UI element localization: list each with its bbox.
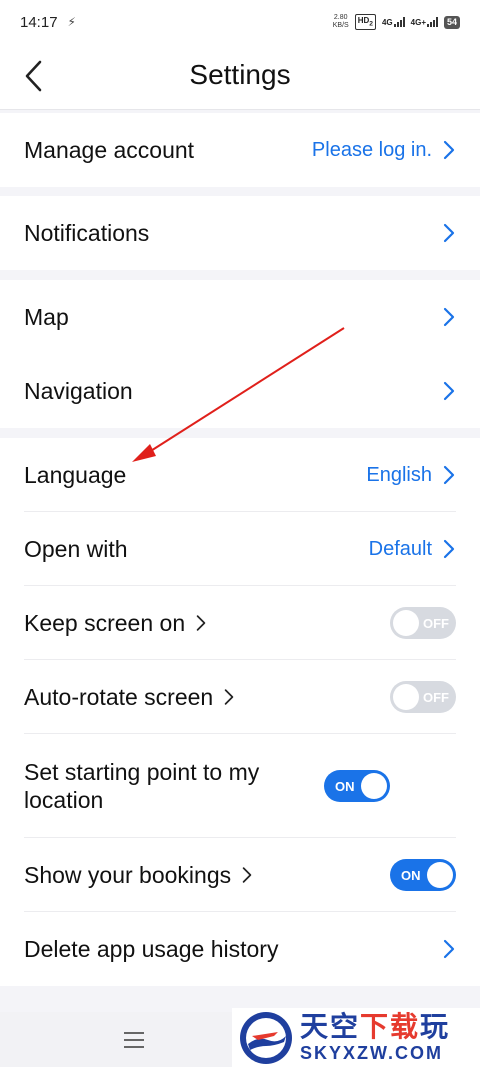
- row-label: Notifications: [24, 219, 150, 246]
- watermark-url: SKYXZW.COM: [300, 1043, 444, 1063]
- chevron-right-icon: [443, 465, 455, 485]
- delete-history-row[interactable]: Delete app usage history: [0, 912, 480, 986]
- watermark: 天空下载玩 SKYXZW.COM: [232, 1008, 480, 1067]
- row-label: Map: [24, 303, 69, 330]
- row-label: Set starting point to my location: [24, 759, 260, 813]
- signal-2-icon: 4G+: [411, 17, 438, 27]
- chevron-right-icon: [443, 307, 455, 327]
- row-label: Manage account: [24, 136, 195, 163]
- manage-account-row[interactable]: Manage account Please log in.: [0, 113, 480, 187]
- language-value: English: [366, 463, 432, 486]
- show-bookings-row: Show your bookings ON: [0, 838, 480, 912]
- chevron-right-icon: [443, 140, 455, 160]
- signal-1-icon: 4G: [382, 17, 405, 27]
- chevron-right-icon: [196, 615, 206, 631]
- toggle-knob: [393, 684, 419, 710]
- open-with-value: Default: [368, 537, 432, 560]
- chevron-right-icon: [443, 223, 455, 243]
- navigation-row[interactable]: Navigation: [0, 354, 480, 428]
- hd-voice-icon: HD2: [354, 13, 376, 31]
- network-speed: 2.80 KB/S: [332, 14, 349, 29]
- open-with-row[interactable]: Open with Default: [0, 512, 480, 586]
- starting-point-row: Set starting point to my location ON: [0, 734, 480, 838]
- hamburger-menu-icon[interactable]: [120, 1026, 148, 1054]
- keep-screen-on-row: Keep screen on OFF: [0, 586, 480, 660]
- login-link[interactable]: Please log in.: [312, 139, 432, 162]
- row-label: Delete app usage history: [24, 935, 279, 962]
- toggle-knob: [361, 773, 387, 799]
- notifications-row[interactable]: Notifications: [0, 196, 480, 270]
- chevron-right-icon: [224, 689, 234, 705]
- auto-rotate-row: Auto-rotate screen OFF: [0, 660, 480, 734]
- page-title: Settings: [189, 59, 291, 90]
- map-navigation-section: Map Navigation: [0, 280, 480, 428]
- account-section: Manage account Please log in.: [0, 113, 480, 187]
- status-bar: 14:17 ⚡ 2.80 KB/S HD2 4G 4G+ 54: [0, 0, 480, 44]
- auto-rotate-link[interactable]: Auto-rotate screen: [24, 684, 390, 711]
- watermark-logo-icon: [240, 1011, 292, 1064]
- language-row[interactable]: Language English: [0, 438, 480, 512]
- toggle-knob: [393, 610, 419, 636]
- battery-icon: 54: [443, 15, 460, 29]
- watermark-chinese: 天空下载玩: [300, 1011, 451, 1042]
- status-indicators: 2.80 KB/S HD2 4G 4G+ 54: [332, 13, 460, 31]
- row-label: Navigation: [24, 377, 133, 404]
- chevron-right-icon: [242, 867, 252, 883]
- row-label: Open with: [24, 535, 128, 562]
- notifications-section: Notifications: [0, 196, 480, 270]
- keep-screen-on-link[interactable]: Keep screen on: [24, 610, 390, 637]
- row-label: Language: [24, 461, 127, 488]
- chevron-right-icon: [443, 381, 455, 401]
- chevron-right-icon: [443, 539, 455, 559]
- toggle-knob: [427, 862, 453, 888]
- keep-screen-on-toggle[interactable]: OFF: [390, 607, 456, 639]
- app-bar: Settings: [0, 44, 480, 110]
- status-time: 14:17: [20, 13, 58, 31]
- starting-point-toggle[interactable]: ON: [324, 770, 390, 802]
- chevron-right-icon: [443, 939, 455, 959]
- general-section: Language English Open with Default Keep …: [0, 438, 480, 986]
- show-bookings-link[interactable]: Show your bookings: [24, 862, 390, 889]
- show-bookings-toggle[interactable]: ON: [390, 859, 456, 891]
- charging-icon: ⚡: [67, 15, 76, 29]
- map-row[interactable]: Map: [0, 280, 480, 354]
- auto-rotate-toggle[interactable]: OFF: [390, 681, 456, 713]
